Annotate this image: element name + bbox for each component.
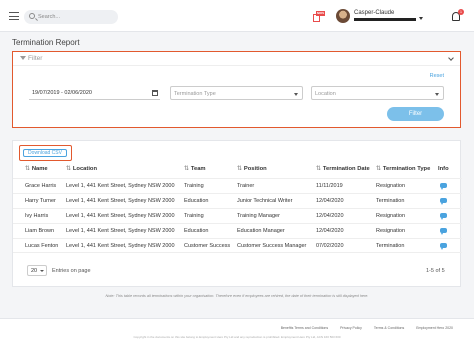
cell-team: Training — [184, 183, 204, 189]
report-table-card: Download CSV ⇅ Name ⇅ Location ⇅ Team ⇅ Posi… — [12, 140, 462, 287]
calendar-icon[interactable] — [152, 90, 158, 96]
chevron-down-icon[interactable] — [448, 55, 454, 61]
chat-icon[interactable] — [440, 228, 447, 235]
cell-date: 11/11/2019 — [316, 183, 343, 189]
chat-icon[interactable] — [440, 243, 447, 250]
user-organisation-redacted — [354, 18, 416, 21]
cell-date: 12/04/2020 — [316, 228, 344, 234]
cell-type: Resignation — [376, 183, 406, 189]
column-header-info: Info — [438, 166, 449, 172]
cell-position: Customer Success Manager — [237, 243, 307, 249]
cell-date: 07/02/2020 — [316, 243, 344, 249]
footer-links: Benefits Terms and Conditions Privacy Po… — [270, 326, 453, 330]
sort-icon: ⇅ — [184, 166, 189, 172]
chat-icon[interactable] — [440, 213, 447, 220]
footer: Benefits Terms and Conditions Privacy Po… — [0, 318, 474, 350]
cell-date: 12/04/2020 — [316, 213, 344, 219]
location-placeholder: Location — [315, 91, 336, 97]
cell-type: Resignation — [376, 213, 406, 219]
date-range-value: 19/07/2019 - 02/06/2020 — [32, 90, 92, 96]
table-row[interactable]: Grace Harris Level 1, 441 Kent Street, S… — [13, 178, 462, 193]
filter-header[interactable]: Filter — [13, 52, 460, 66]
footer-link: Employment Hero 2020 — [416, 326, 453, 330]
cell-name: Grace Harris — [25, 183, 57, 189]
sort-icon: ⇅ — [316, 166, 321, 172]
notification-badge: 1 — [458, 9, 464, 15]
cell-type: Termination — [376, 243, 405, 249]
user-name[interactable]: Casper-Claude — [354, 10, 394, 16]
sort-icon: ⇅ — [66, 166, 71, 172]
table-note: Note: This table records all termination… — [105, 294, 369, 298]
table-row[interactable]: Harry Turner Level 1, 441 Kent Street, S… — [13, 193, 462, 208]
location-select[interactable]: Location — [311, 86, 444, 100]
table-row[interactable]: Lucas Fenton Level 1, 441 Kent Street, S… — [13, 238, 462, 253]
sort-icon: ⇅ — [376, 166, 381, 172]
cell-location: Level 1, 441 Kent Street, Sydney NSW 200… — [66, 198, 175, 204]
cell-location: Level 1, 441 Kent Street, Sydney NSW 200… — [66, 228, 175, 234]
filter-title: Filter — [28, 55, 43, 62]
column-header-team[interactable]: ⇅ Team — [184, 166, 206, 172]
column-header-termination-date[interactable]: ⇅ Termination Date — [316, 166, 370, 172]
top-bar: Search... NDIS Casper-Claude 1 — [0, 0, 474, 32]
page-size-select[interactable]: 20 — [27, 265, 47, 276]
sort-icon: ⇅ — [25, 166, 30, 172]
termination-type-select[interactable]: Termination Type — [170, 86, 303, 100]
sort-icon: ⇅ — [237, 166, 242, 172]
cell-name: Lucas Fenton — [25, 243, 59, 249]
cell-team: Education — [184, 228, 209, 234]
cell-name: Liam Brown — [25, 228, 55, 234]
cell-name: Harry Turner — [25, 198, 56, 204]
cell-location: Level 1, 441 Kent Street, Sydney NSW 200… — [66, 243, 175, 249]
termination-type-placeholder: Termination Type — [174, 91, 216, 97]
page-title: Termination Report — [12, 38, 80, 47]
menu-icon[interactable] — [9, 12, 19, 20]
caret-down-icon — [40, 270, 44, 272]
cell-team: Training — [184, 213, 204, 219]
cell-position: Education Manager — [237, 228, 285, 234]
column-header-location[interactable]: ⇅ Location — [66, 166, 97, 172]
cell-position: Training Manager — [237, 213, 280, 219]
cell-team: Education — [184, 198, 209, 204]
cell-location: Level 1, 441 Kent Street, Sydney NSW 200… — [66, 213, 175, 219]
search-placeholder: Search... — [38, 14, 61, 20]
table-row[interactable]: Liam Brown Level 1, 441 Kent Street, Syd… — [13, 223, 462, 238]
caret-down-icon — [435, 93, 439, 96]
cell-type: Resignation — [376, 228, 406, 234]
funnel-icon — [20, 56, 26, 60]
caret-down-icon — [294, 93, 298, 96]
page-size-value: 20 — [31, 268, 38, 274]
caret-down-icon[interactable] — [419, 17, 423, 20]
cell-location: Level 1, 441 Kent Street, Sydney NSW 200… — [66, 183, 175, 189]
cell-name: Ivy Harris — [25, 213, 49, 219]
cell-position: Junior Technical Writer — [237, 198, 293, 204]
column-header-termination-type[interactable]: ⇅ Termination Type — [376, 166, 430, 172]
avatar[interactable] — [336, 9, 350, 23]
copyright-text: Copyright in the documents on this site … — [133, 335, 341, 339]
filter-panel: Filter Reset 19/07/2019 - 02/06/2020 Ter… — [12, 51, 461, 128]
search-icon — [29, 13, 35, 19]
chat-icon[interactable] — [440, 183, 447, 190]
download-csv-button[interactable]: Download CSV — [19, 145, 72, 161]
search-input[interactable]: Search... — [24, 10, 118, 24]
ndis-icon[interactable]: NDIS — [313, 10, 325, 22]
reset-link[interactable]: Reset — [430, 73, 444, 79]
column-header-position[interactable]: ⇅ Position — [237, 166, 267, 172]
filter-button[interactable]: Filter — [387, 107, 444, 121]
footer-link[interactable]: Privacy Policy — [340, 326, 362, 330]
table-row[interactable]: Ivy Harris Level 1, 441 Kent Street, Syd… — [13, 208, 462, 223]
date-range-field[interactable]: 19/07/2019 - 02/06/2020 — [29, 86, 160, 100]
download-csv-label: Download CSV — [23, 149, 67, 157]
page-size-label: Entries on page — [52, 268, 91, 274]
column-header-name[interactable]: ⇅ Name — [25, 166, 48, 172]
cell-team: Customer Success — [184, 243, 231, 249]
pagination-count: 1-5 of 5 — [426, 268, 445, 274]
footer-link[interactable]: Benefits Terms and Conditions — [281, 326, 328, 330]
cell-type: Termination — [376, 198, 405, 204]
footer-link[interactable]: Terms & Conditions — [374, 326, 404, 330]
cell-position: Trainer — [237, 183, 255, 189]
chat-icon[interactable] — [440, 198, 447, 205]
cell-date: 12/04/2020 — [316, 198, 344, 204]
